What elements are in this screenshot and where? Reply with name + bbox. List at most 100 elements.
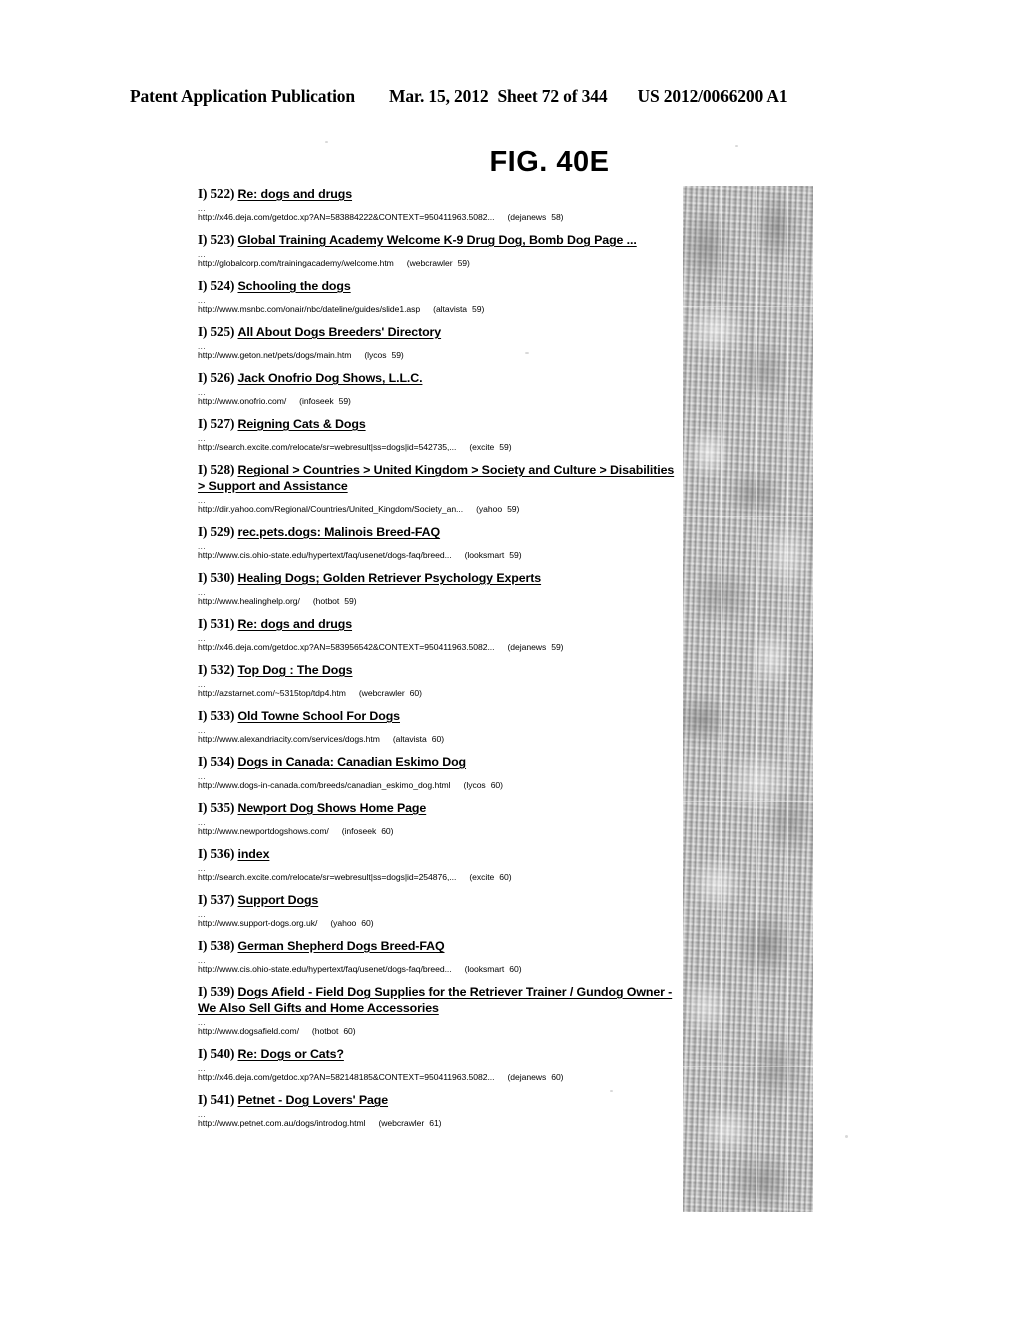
search-result-entry: I) 529) rec.pets.dogs: Malinois Breed-FA… <box>198 524 684 561</box>
result-title-link[interactable]: Support Dogs <box>238 893 319 907</box>
result-title-link[interactable]: Global Training Academy Welcome K-9 Drug… <box>238 233 637 247</box>
result-url[interactable]: http://azstarnet.com/~5315top/tdp4.htm <box>198 688 346 698</box>
result-index: I) 524) <box>198 278 238 293</box>
result-index: I) 526) <box>198 370 238 385</box>
result-title-line: I) 536) index <box>198 846 684 862</box>
result-title-link[interactable]: Schooling the dogs <box>238 279 351 293</box>
result-url[interactable]: http://globalcorp.com/trainingacademy/we… <box>198 258 394 268</box>
result-engine: (dejanews 60) <box>507 1072 563 1082</box>
result-url-row: http://www.petnet.com.au/dogs/introdog.h… <box>198 1117 684 1129</box>
search-result-entry: I) 526) Jack Onofrio Dog Shows, L.L.C...… <box>198 370 684 407</box>
result-url[interactable]: http://www.geton.net/pets/dogs/main.htm <box>198 350 351 360</box>
result-engine-rank: 60) <box>361 918 374 928</box>
result-title-line: I) 527) Reigning Cats & Dogs <box>198 416 684 432</box>
result-title-link[interactable]: Re: dogs and drugs <box>238 187 353 201</box>
result-title-line: I) 531) Re: dogs and drugs <box>198 616 684 632</box>
result-title-line: I) 523) Global Training Academy Welcome … <box>198 232 684 248</box>
result-title-link[interactable]: Regional > Countries > United Kingdom > … <box>198 463 674 493</box>
result-engine-rank: 60) <box>551 1072 564 1082</box>
result-url[interactable]: http://search.excite.com/relocate/sr=web… <box>198 442 456 452</box>
result-title-link[interactable]: Re: dogs and drugs <box>238 617 353 631</box>
result-url[interactable]: http://www.healinghelp.org/ <box>198 596 300 606</box>
result-title-link[interactable]: Jack Onofrio Dog Shows, L.L.C. <box>238 371 423 385</box>
result-engine: (yahoo 60) <box>330 918 373 928</box>
result-url[interactable]: http://x46.deja.com/getdoc.xp?AN=5839565… <box>198 642 495 652</box>
result-engine-rank: 60) <box>499 872 512 882</box>
result-title-link[interactable]: German Shepherd Dogs Breed-FAQ <box>238 939 445 953</box>
result-url[interactable]: http://www.newportdogshows.com/ <box>198 826 329 836</box>
result-title-line: I) 529) rec.pets.dogs: Malinois Breed-FA… <box>198 524 684 540</box>
result-engine: (altavista 60) <box>393 734 444 744</box>
result-engine-name: (hotbot <box>311 1026 339 1036</box>
search-result-entry: I) 522) Re: dogs and drugs... http://x46.… <box>198 186 684 223</box>
result-title-line: I) 526) Jack Onofrio Dog Shows, L.L.C. <box>198 370 684 386</box>
result-engine-name: (excite <box>469 872 495 882</box>
search-result-entry: I) 523) Global Training Academy Welcome … <box>198 232 684 269</box>
result-url[interactable]: http://www.onofrio.com/ <box>198 396 286 406</box>
result-url[interactable]: http://x46.deja.com/getdoc.xp?AN=5821481… <box>198 1072 495 1082</box>
result-url[interactable]: http://www.dogsafield.com/ <box>198 1026 299 1036</box>
result-url[interactable]: http://search.excite.com/relocate/sr=web… <box>198 872 456 882</box>
search-result-entry: I) 525) All About Dogs Breeders' Directo… <box>198 324 684 361</box>
result-title-link[interactable]: Top Dog : The Dogs <box>238 663 353 677</box>
result-title-link[interactable]: All About Dogs Breeders' Directory <box>238 325 442 339</box>
result-url[interactable]: http://www.dogs-in-canada.com/breeds/can… <box>198 780 451 790</box>
figure-title: FIG. 40E <box>489 146 610 178</box>
result-url[interactable]: http://www.cis.ohio-state.edu/hypertext/… <box>198 550 452 560</box>
result-title-line: I) 522) Re: dogs and drugs <box>198 186 684 202</box>
result-index: I) 540) <box>198 1046 238 1061</box>
search-result-entry: I) 539) Dogs Afield - Field Dog Supplies… <box>198 984 684 1037</box>
result-engine-rank: 59) <box>457 258 470 268</box>
result-engine-rank: 60) <box>409 688 422 698</box>
result-url-row: http://www.support-dogs.org.uk/ (yahoo 60) <box>198 917 684 929</box>
result-title-link[interactable]: Old Towne School For Dogs <box>238 709 401 723</box>
result-url-row: http://www.alexandriacity.com/services/d… <box>198 733 684 745</box>
scan-speck <box>735 145 738 147</box>
result-index: I) 529) <box>198 524 238 539</box>
search-result-entry: I) 533) Old Towne School For Dogs... http… <box>198 708 684 745</box>
result-title-link[interactable]: Reigning Cats & Dogs <box>238 417 366 431</box>
result-engine-name: (webcrawler <box>358 688 405 698</box>
result-title-link[interactable]: rec.pets.dogs: Malinois Breed-FAQ <box>238 525 441 539</box>
result-title-line: I) 538) German Shepherd Dogs Breed-FAQ <box>198 938 684 954</box>
result-url[interactable]: http://www.support-dogs.org.uk/ <box>198 918 317 928</box>
result-index: I) 530) <box>198 570 238 585</box>
result-index: I) 522) <box>198 186 238 201</box>
result-url[interactable]: http://dir.yahoo.com/Regional/Countries/… <box>198 504 463 514</box>
publication-date: Mar. 15, 2012 <box>388 86 489 106</box>
result-engine-rank: 60) <box>431 734 445 744</box>
result-url-row: http://x46.deja.com/getdoc.xp?AN=5838842… <box>198 211 684 223</box>
result-title-line: I) 524) Schooling the dogs <box>198 278 684 294</box>
result-url[interactable]: http://www.cis.ohio-state.edu/hypertext/… <box>198 964 452 974</box>
result-engine-rank: 60) <box>343 1026 356 1036</box>
result-title-link[interactable]: Healing Dogs; Golden Retriever Psycholog… <box>238 571 542 585</box>
result-engine-name: (hotbot <box>312 596 340 606</box>
result-engine-name: (lycos <box>364 350 387 360</box>
scan-horizontal-line <box>683 801 813 802</box>
result-title-line: I) 541) Petnet - Dog Lovers' Page <box>198 1092 684 1108</box>
result-engine-name: (dejanews <box>507 212 547 222</box>
result-engine: (hotbot 59) <box>313 596 357 606</box>
result-engine: (dejanews 58) <box>507 212 563 222</box>
result-title-link[interactable]: Dogs Afield - Field Dog Supplies for the… <box>198 985 672 1015</box>
result-url-row: http://www.dogs-in-canada.com/breeds/can… <box>198 779 684 791</box>
result-engine-rank: 60) <box>509 964 522 974</box>
result-engine: (yahoo 59) <box>476 504 519 514</box>
result-index: I) 523) <box>198 232 238 247</box>
result-engine-name: (webcrawler <box>378 1118 425 1128</box>
search-result-entry: I) 524) Schooling the dogs... http://www.… <box>198 278 684 315</box>
result-title-link[interactable]: Petnet - Dog Lovers' Page <box>238 1093 389 1107</box>
result-url[interactable]: http://www.msnbc.com/onair/nbc/dateline/… <box>198 304 420 314</box>
result-engine: (altavista 59) <box>433 304 484 314</box>
scan-horizontal-line <box>683 306 813 307</box>
result-url[interactable]: http://www.alexandriacity.com/services/d… <box>198 734 380 744</box>
result-url[interactable]: http://x46.deja.com/getdoc.xp?AN=5838842… <box>198 212 495 222</box>
result-title-link[interactable]: Dogs in Canada: Canadian Eskimo Dog <box>238 755 467 769</box>
result-title-link[interactable]: Newport Dog Shows Home Page <box>238 801 427 815</box>
search-result-entry: I) 541) Petnet - Dog Lovers' Page... http… <box>198 1092 684 1129</box>
result-engine-rank: 59) <box>551 642 564 652</box>
result-title-link[interactable]: index <box>238 847 270 861</box>
result-engine-name: (dejanews <box>507 642 547 652</box>
result-title-link[interactable]: Re: Dogs or Cats? <box>238 1047 344 1061</box>
result-url[interactable]: http://www.petnet.com.au/dogs/introdog.h… <box>198 1118 365 1128</box>
